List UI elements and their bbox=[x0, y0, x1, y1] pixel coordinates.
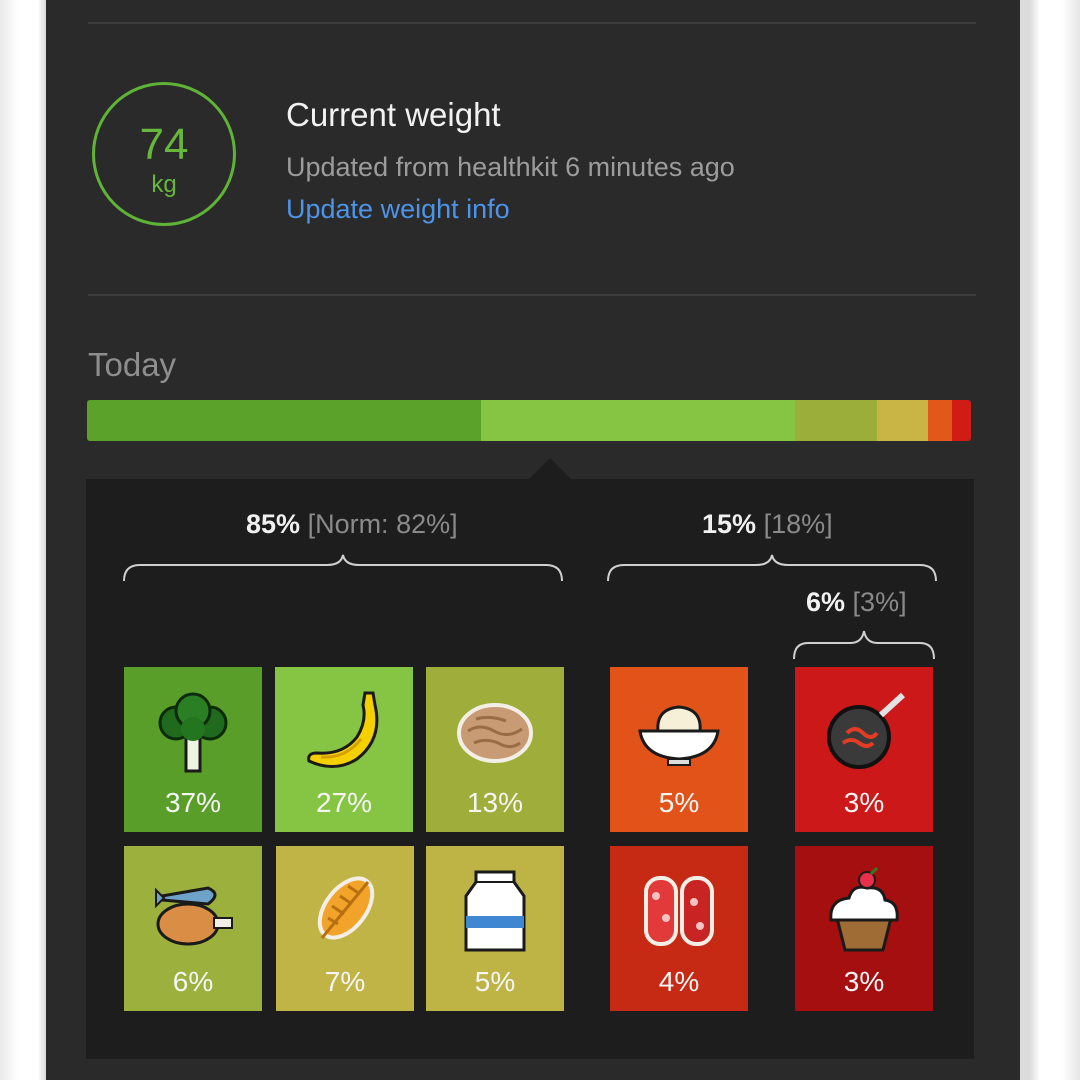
divider bbox=[88, 294, 976, 296]
food-tile-processed-meat[interactable]: 4% bbox=[610, 846, 748, 1011]
divider bbox=[88, 22, 976, 24]
weight-ring: 74 kg bbox=[92, 82, 236, 226]
healthy-percent: 85% bbox=[246, 509, 301, 539]
unhealthy-brace bbox=[607, 554, 937, 582]
very-unhealthy-brace bbox=[793, 630, 935, 660]
weight-value: 74 bbox=[139, 120, 189, 169]
cupcake-icon bbox=[829, 866, 899, 952]
very-unhealthy-norm: [3%] bbox=[852, 587, 907, 617]
healthy-norm: [Norm: 82%] bbox=[307, 509, 458, 539]
food-tile-fruit[interactable]: 27% bbox=[275, 667, 413, 832]
bar-segment-6 bbox=[951, 400, 971, 441]
bar-segment-3 bbox=[795, 400, 878, 441]
very-unhealthy-percent: 6% bbox=[806, 587, 846, 617]
broccoli-icon bbox=[158, 692, 228, 773]
food-tile-dairy[interactable]: 5% bbox=[426, 846, 564, 1011]
frying-pan-icon bbox=[827, 692, 906, 769]
tile-percent: 7% bbox=[324, 966, 366, 997]
tile-percent: 6% bbox=[172, 966, 214, 997]
tile-percent: 3% bbox=[843, 966, 885, 997]
weight-unit: kg bbox=[151, 171, 177, 198]
grain-icon bbox=[317, 876, 375, 940]
weight-updated-text: Updated from healthkit 6 minutes ago bbox=[286, 152, 735, 182]
tile-percent: 3% bbox=[843, 787, 885, 818]
unhealthy-summary: 15% [18%] bbox=[702, 509, 833, 540]
food-tile-sweets[interactable]: 3% bbox=[795, 846, 933, 1011]
pasta-bowl-icon bbox=[638, 705, 720, 766]
unhealthy-norm: [18%] bbox=[763, 509, 833, 539]
tile-percent: 4% bbox=[658, 966, 700, 997]
unhealthy-percent: 15% bbox=[702, 509, 757, 539]
very-unhealthy-summary: 6% [3%] bbox=[806, 587, 907, 618]
food-tile-refined-carbs[interactable]: 5% bbox=[610, 667, 748, 832]
salami-icon bbox=[644, 876, 714, 946]
food-tile-fried[interactable]: 3% bbox=[795, 667, 933, 832]
milk-carton-icon bbox=[464, 870, 526, 952]
breakdown-panel: 85% [Norm: 82%] 15% [18%] 6% [3%] 37% 27… bbox=[86, 479, 974, 1059]
food-tile-nuts[interactable]: 13% bbox=[426, 667, 564, 832]
tile-percent: 27% bbox=[315, 787, 373, 818]
tile-percent: 5% bbox=[474, 966, 516, 997]
bar-segment-2 bbox=[481, 400, 796, 441]
bar-segment-4 bbox=[877, 400, 928, 441]
bar-segment-1 bbox=[87, 400, 482, 441]
tile-percent: 13% bbox=[466, 787, 524, 818]
healthy-brace bbox=[123, 554, 563, 582]
today-label: Today bbox=[88, 346, 177, 383]
tile-percent: 37% bbox=[164, 787, 222, 818]
fish-chicken-icon bbox=[155, 886, 233, 946]
tile-percent: 5% bbox=[658, 787, 700, 818]
banana-icon bbox=[307, 691, 379, 768]
healthy-summary: 85% [Norm: 82%] bbox=[246, 509, 458, 540]
food-tile-grains[interactable]: 7% bbox=[276, 846, 414, 1011]
app-screen: 74 kg Current weight Updated from health… bbox=[46, 0, 1020, 1080]
panel-pointer bbox=[528, 458, 572, 480]
walnut-icon bbox=[457, 703, 533, 763]
food-tile-protein[interactable]: 6% bbox=[124, 846, 262, 1011]
bar-segment-5 bbox=[927, 400, 952, 441]
update-weight-link[interactable]: Update weight info bbox=[286, 194, 510, 225]
weight-title: Current weight bbox=[286, 96, 501, 133]
food-tile-vegetables[interactable]: 37% bbox=[124, 667, 262, 832]
today-progress-bar[interactable] bbox=[87, 400, 971, 441]
